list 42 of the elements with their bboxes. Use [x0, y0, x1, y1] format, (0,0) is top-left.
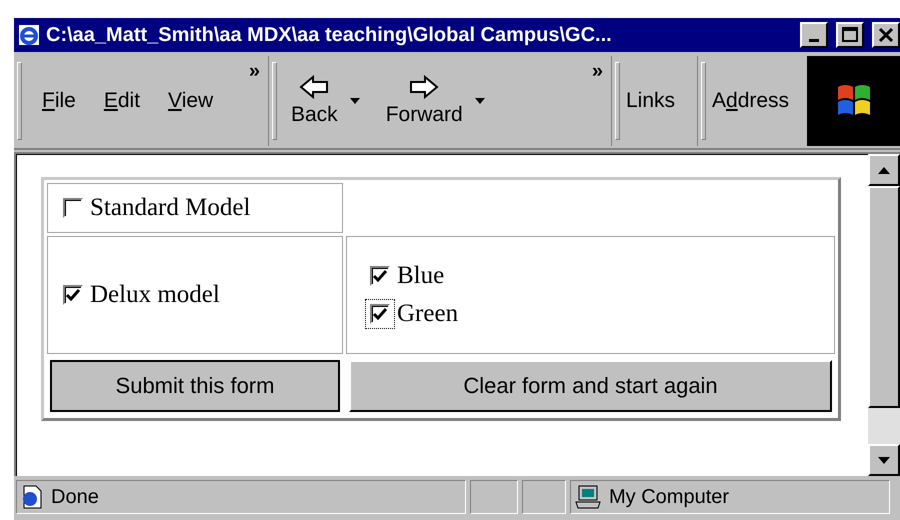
- menu-item[interactable]: File: [28, 89, 90, 113]
- dropdown-caret-icon[interactable]: [474, 98, 485, 104]
- right-arrow-icon: [409, 75, 440, 99]
- status-pane: [470, 480, 518, 514]
- checkbox-label: Blue: [397, 262, 444, 290]
- up-arrow-icon: [878, 166, 890, 174]
- checkbox-label: Delux model: [90, 281, 220, 309]
- maximize-button[interactable]: [836, 22, 864, 48]
- close-button[interactable]: [872, 22, 900, 48]
- chevron-button[interactable]: »: [248, 60, 260, 83]
- left-arrow-icon: [299, 75, 330, 99]
- zone-text: My Computer: [609, 486, 730, 508]
- links-button[interactable]: Links: [626, 89, 676, 113]
- status-pane: [522, 480, 566, 514]
- window-title: C:\aa_Matt_Smith\aa MDX\aa teaching\Global Campus\GC...: [46, 24, 613, 46]
- scroll-down-button[interactable]: [868, 444, 900, 476]
- minimize-icon: [809, 38, 819, 42]
- close-icon: [879, 28, 893, 42]
- clear-button[interactable]: Clear form and start again: [349, 360, 832, 412]
- scrollbar[interactable]: [868, 154, 900, 476]
- address-label: Address: [712, 89, 790, 113]
- down-arrow-icon: [878, 456, 890, 464]
- dropdown-caret-icon[interactable]: [350, 98, 360, 104]
- status-text: Done: [51, 486, 99, 508]
- submit-button[interactable]: Submit this form: [50, 360, 340, 412]
- check-icon: [373, 308, 387, 320]
- page-icon: [21, 485, 43, 509]
- check-icon: [373, 270, 387, 282]
- nav-button[interactable]: Back: [283, 75, 346, 127]
- checkbox-label: Standard Model: [90, 194, 250, 222]
- scroll-up-button[interactable]: [868, 154, 900, 186]
- menu-item[interactable]: Edit: [90, 89, 154, 113]
- scroll-thumb[interactable]: [868, 186, 900, 408]
- chevron-button[interactable]: »: [592, 60, 603, 83]
- nav-button[interactable]: Forward: [378, 75, 471, 127]
- menu-item[interactable]: View: [154, 89, 228, 113]
- checkbox-label: Green: [397, 300, 458, 328]
- check-icon: [66, 289, 80, 301]
- computer-icon: [575, 485, 601, 509]
- minimize-button[interactable]: [800, 22, 828, 48]
- browser-icon: [18, 24, 40, 46]
- maximize-icon: [842, 27, 858, 43]
